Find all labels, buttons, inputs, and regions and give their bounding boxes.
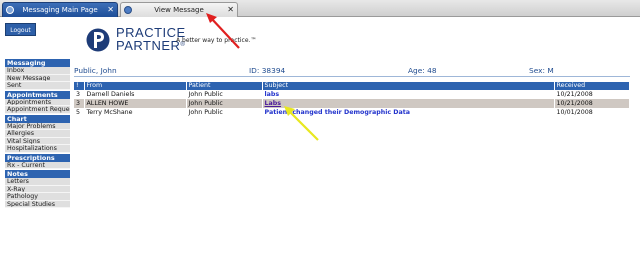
sidebar-item-major-problems[interactable]: Major Problems (5, 122, 70, 130)
sidebar-section-appointments: Appointments Appointments Appointment Re… (5, 90, 70, 114)
patient-name: Public, John (74, 66, 117, 75)
sidebar-item-appointment-request[interactable]: Appointment Request (5, 106, 70, 114)
sidebar-item-special-studies[interactable]: Special Studies (5, 200, 70, 208)
tab-messaging-main-page[interactable]: Messaging Main Page ✕ (2, 2, 118, 17)
close-icon[interactable]: ✕ (227, 3, 234, 17)
logout-button[interactable]: Logout (5, 23, 36, 36)
cell-flag: 3 (74, 99, 85, 108)
cell-patient: John Public (186, 99, 263, 108)
sidebar-header-chart: Chart (5, 114, 70, 123)
subject-link[interactable]: labs (265, 91, 280, 98)
messages-table: ! From Patient Subject Received 3 Darnel… (74, 82, 630, 117)
cell-from: Darnell Daniels (84, 90, 187, 99)
sidebar-item-rx-current[interactable]: Rx - Current (5, 161, 70, 169)
cell-patient: John Public (186, 108, 263, 117)
sidebar-item-inbox[interactable]: Inbox (5, 67, 70, 75)
sidebar-item-appointments[interactable]: Appointments (5, 98, 70, 106)
sidebar: Messaging Inbox New Message Sent Appoint… (5, 59, 70, 208)
column-header-from[interactable]: From (84, 82, 187, 90)
cell-received: 10/21/2008 (554, 99, 630, 108)
table-row[interactable]: 5 Terry McShane John Public Patient chan… (74, 108, 630, 117)
divider (74, 76, 630, 77)
column-header-subject[interactable]: Subject (262, 82, 555, 90)
cell-flag: 5 (74, 108, 85, 117)
cell-from: ALLEN HOWE (84, 99, 187, 108)
cell-flag: 3 (74, 90, 85, 99)
practice-partner-logo-icon (86, 28, 110, 52)
patient-age: Age: 48 (408, 66, 437, 75)
table-header-row: ! From Patient Subject Received (74, 82, 630, 90)
patient-sex: Sex: M (529, 66, 554, 75)
sidebar-item-pathology[interactable]: Pathology (5, 193, 70, 201)
cell-subject: Patient changed their Demographic Data (262, 108, 555, 117)
sidebar-item-x-ray[interactable]: X-Ray (5, 185, 70, 193)
cell-from: Terry McShane (84, 108, 187, 117)
sidebar-section-prescriptions: Prescriptions Rx - Current (5, 153, 70, 169)
sidebar-item-new-message[interactable]: New Message (5, 74, 70, 82)
sidebar-header-notes: Notes (5, 170, 70, 178)
sidebar-header-appointments: Appointments (5, 90, 70, 99)
sidebar-header-messaging: Messaging (5, 59, 70, 67)
sidebar-section-messaging: Messaging Inbox New Message Sent (5, 59, 70, 90)
cell-received: 10/01/2008 (554, 108, 630, 117)
close-icon[interactable]: ✕ (107, 3, 114, 17)
tab-view-message[interactable]: View Message ✕ (120, 2, 238, 17)
subject-link[interactable]: Labs (265, 100, 282, 107)
sidebar-item-vital-signs[interactable]: Vital Signs (5, 137, 70, 145)
sidebar-item-hospitalizations[interactable]: Hospitalizations (5, 145, 70, 153)
app-window: Messaging Main Page ✕ View Message ✕ Log… (0, 0, 640, 257)
tab-label: Messaging Main Page (22, 6, 98, 14)
sidebar-item-sent[interactable]: Sent (5, 82, 70, 90)
patient-header: Public, John ID: 38394 Age: 48 Sex: M (74, 66, 630, 76)
table-row-selected[interactable]: 3 ALLEN HOWE John Public Labs 10/21/2008 (74, 99, 630, 108)
column-header-flag[interactable]: ! (74, 82, 85, 90)
cell-received: 10/21/2008 (554, 90, 630, 99)
sidebar-header-prescriptions: Prescriptions (5, 153, 70, 162)
tab-strip: Messaging Main Page ✕ View Message ✕ (0, 0, 640, 17)
table-row[interactable]: 3 Darnell Daniels John Public labs 10/21… (74, 90, 630, 99)
tab-label: View Message (154, 6, 204, 14)
logo-tagline: A better way to practice.™ (176, 37, 257, 44)
sidebar-item-allergies[interactable]: Allergies (5, 130, 70, 138)
patient-id: ID: 38394 (249, 66, 286, 75)
sidebar-item-letters[interactable]: Letters (5, 178, 70, 186)
cell-subject: Labs (262, 99, 555, 108)
column-header-received[interactable]: Received (554, 82, 630, 90)
cell-subject: labs (262, 90, 555, 99)
cell-patient: John Public (186, 90, 263, 99)
sidebar-section-chart: Chart Major Problems Allergies Vital Sig… (5, 114, 70, 153)
column-header-patient[interactable]: Patient (186, 82, 263, 90)
subject-link[interactable]: Patient changed their Demographic Data (265, 109, 411, 116)
sidebar-section-notes: Notes Letters X-Ray Pathology Special St… (5, 170, 70, 208)
